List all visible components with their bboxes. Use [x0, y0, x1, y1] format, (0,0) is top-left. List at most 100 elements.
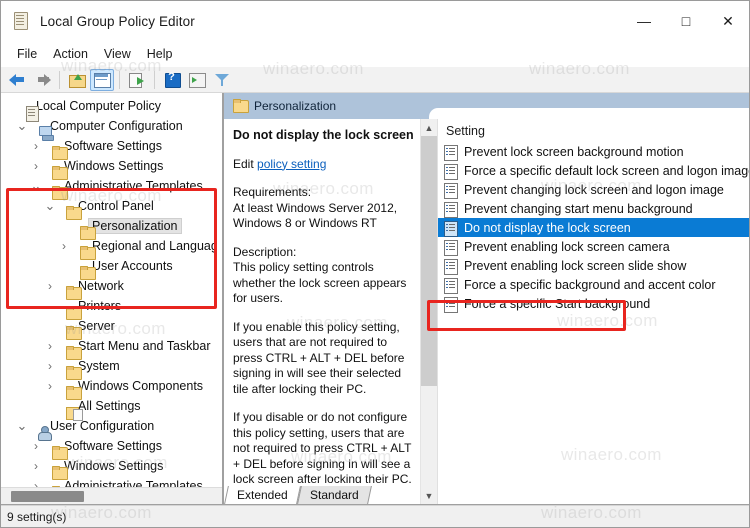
scroll-up-icon[interactable]: ▲ [421, 119, 437, 136]
chevron-down-icon[interactable]: ⌄ [15, 119, 29, 132]
chevron-down-icon[interactable]: ⌄ [15, 419, 29, 432]
policy-setting-icon [444, 220, 458, 237]
setting-label: Force a specific default lock screen and… [464, 163, 749, 178]
requirements-block: Requirements: At least Windows Server 201… [233, 185, 414, 232]
settings-list[interactable]: Prevent lock screen background motion For… [438, 142, 749, 504]
tree-item-control-panel[interactable]: ⌄ Control Panel [1, 196, 222, 216]
settings-list-pane: Setting Prevent lock screen background m… [437, 119, 749, 504]
tree-item-software-settings[interactable]: › Software Settings [1, 136, 222, 156]
tree-item-all-settings[interactable]: All Settings [1, 396, 222, 416]
description-vertical-scrollbar[interactable]: ▲ ▼ [420, 119, 437, 504]
policy-setting-icon [444, 163, 458, 180]
chevron-right-icon[interactable]: › [43, 279, 57, 293]
tree-item-network[interactable]: › Network [1, 276, 222, 296]
tree-item-software-settings[interactable]: › Software Settings [1, 436, 222, 456]
tree-item-printers[interactable]: Printers [1, 296, 222, 316]
menu-bar: File Action View Help [1, 41, 749, 67]
tree-scroll-thumb[interactable] [11, 491, 84, 502]
status-text: 9 setting(s) [7, 509, 67, 524]
title-bar: Local Group Policy Editor — □ ✕ [1, 1, 749, 41]
tree-item-system[interactable]: › System [1, 356, 222, 376]
tab-standard[interactable]: Standard [296, 486, 372, 504]
tree-item-label: Regional and Languag [92, 239, 218, 253]
chevron-right-icon[interactable]: › [43, 359, 57, 373]
chevron-down-icon[interactable]: ⌄ [29, 179, 43, 192]
chevron-right-icon[interactable]: › [29, 439, 43, 453]
up-one-level-icon[interactable] [65, 69, 89, 91]
policy-setting-icon [444, 277, 458, 294]
pane-header: Personalization [224, 93, 749, 119]
chevron-right-icon[interactable]: › [29, 139, 43, 153]
tree-item-label: User Configuration [50, 419, 155, 433]
tree-item-label: Windows Settings [64, 159, 164, 173]
setting-row[interactable]: Prevent enabling lock screen camera [438, 237, 749, 256]
tree-item-regional-and-languag[interactable]: › Regional and Languag [1, 236, 222, 256]
tree-item-personalization[interactable]: Personalization [1, 216, 222, 236]
tree-item-windows-settings[interactable]: › Windows Settings [1, 156, 222, 176]
forward-icon[interactable] [30, 69, 54, 91]
window-controls: — □ ✕ [623, 1, 749, 41]
chevron-right-icon[interactable]: › [43, 339, 57, 353]
scroll-track[interactable] [421, 136, 437, 487]
menu-view[interactable]: View [96, 44, 139, 64]
tab-extended[interactable]: Extended [224, 486, 301, 504]
help-icon[interactable] [160, 69, 184, 91]
setting-row[interactable]: Do not display the lock screen [438, 218, 749, 237]
minimize-button[interactable]: — [623, 1, 665, 41]
chevron-right-icon[interactable]: › [29, 459, 43, 473]
panes-container: Do not display the lock screen Edit poli… [224, 119, 749, 504]
column-header-setting[interactable]: Setting [438, 119, 749, 142]
setting-row[interactable]: Force a specific default lock screen and… [438, 161, 749, 180]
edit-label: Edit [233, 156, 258, 171]
filter-icon[interactable] [210, 69, 234, 91]
chevron-right-icon[interactable]: › [57, 239, 71, 253]
policy-setting-icon [444, 201, 458, 218]
tree-item-label: Control Panel [78, 199, 154, 213]
back-icon[interactable] [5, 69, 29, 91]
show-hide-tree-icon[interactable] [90, 68, 114, 91]
menu-action[interactable]: Action [45, 44, 96, 64]
properties-icon[interactable] [185, 69, 209, 91]
policy-setting-link[interactable]: policy setting [257, 157, 326, 171]
tree-item-label: Software Settings [64, 439, 162, 453]
tree-item-user-accounts[interactable]: User Accounts [1, 256, 222, 276]
maximize-button[interactable]: □ [665, 1, 707, 41]
tree-item-local-computer-policy[interactable]: Local Computer Policy [1, 96, 222, 116]
setting-row[interactable]: Force a specific Start background [438, 294, 749, 313]
chevron-right-icon[interactable]: › [43, 379, 57, 393]
menu-help[interactable]: Help [139, 44, 181, 64]
tree-item-windows-settings[interactable]: › Windows Settings [1, 456, 222, 476]
setting-label: Prevent enabling lock screen camera [464, 239, 670, 254]
tree-item-label: User Accounts [92, 259, 173, 273]
description-block: Description: This policy setting controls… [233, 245, 414, 307]
setting-row[interactable]: Prevent changing lock screen and logon i… [438, 180, 749, 199]
chevron-right-icon[interactable]: › [29, 159, 43, 173]
tree-item-start-menu-and-taskbar[interactable]: › Start Menu and Taskbar [1, 336, 222, 356]
close-button[interactable]: ✕ [707, 1, 749, 41]
setting-row[interactable]: Prevent changing start menu background [438, 199, 749, 218]
toolbar-separator-2 [119, 70, 120, 89]
scroll-down-icon[interactable]: ▼ [421, 487, 437, 504]
scroll-thumb[interactable] [421, 136, 437, 386]
setting-row[interactable]: Prevent lock screen background motion [438, 142, 749, 161]
tree-item-administrative-templates[interactable]: › Administrative Templates [1, 476, 222, 487]
menu-file[interactable]: File [9, 44, 45, 64]
tree-item-user-configuration[interactable]: ⌄ User Configuration [1, 416, 222, 436]
tree-item-windows-components[interactable]: › Windows Components [1, 376, 222, 396]
setting-row[interactable]: Force a specific background and accent c… [438, 275, 749, 294]
tree-horizontal-scrollbar[interactable] [1, 487, 222, 504]
setting-row[interactable]: Prevent enabling lock screen slide show [438, 256, 749, 275]
tree-item-server[interactable]: Server [1, 316, 222, 336]
chevron-down-icon[interactable]: ⌄ [43, 199, 57, 212]
tree-item-label: Personalization [87, 218, 183, 234]
tree-item-administrative-templates[interactable]: ⌄ Administrative Templates [1, 176, 222, 196]
policy-scroll-icon [11, 11, 31, 31]
setting-label: Prevent lock screen background motion [464, 144, 684, 159]
export-list-icon[interactable] [125, 69, 149, 91]
disable-behavior-text: If you disable or do not configure this … [233, 410, 412, 483]
chevron-right-icon[interactable]: › [29, 479, 43, 487]
pane-header-tab: Personalization [224, 93, 350, 119]
policy-setting-icon [444, 258, 458, 275]
console-tree[interactable]: Local Computer Policy ⌄ Computer Configura… [1, 93, 222, 487]
description-label: Description: [233, 244, 297, 259]
